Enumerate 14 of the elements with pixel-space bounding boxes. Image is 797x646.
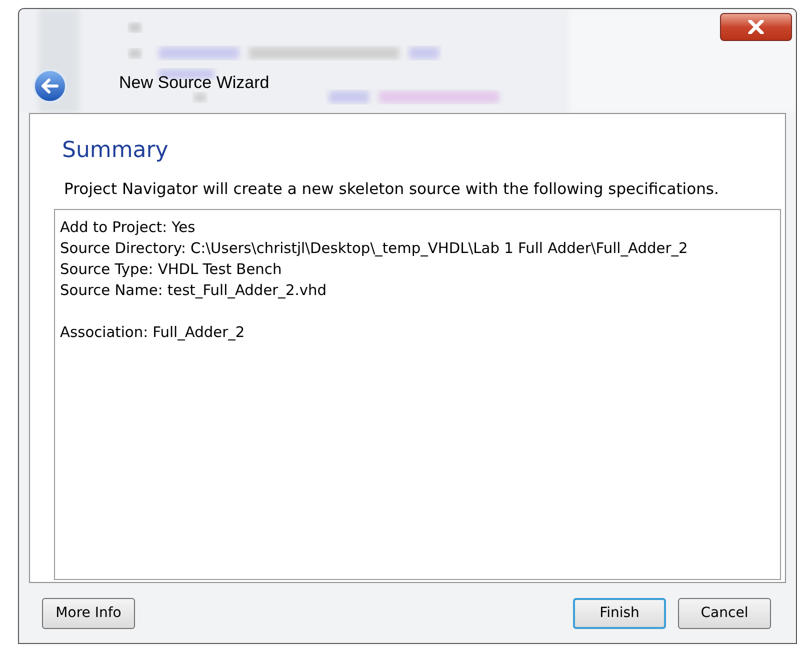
dialog-button[interactable]: More Info [42, 598, 135, 628]
detail-line: Add to Project: Yes [60, 218, 196, 238]
detail-line: Source Directory: C:\Users\christjl\Desktop\_temp_VHDL\Lab 1 Full Adder\Full_Adder_2 [60, 239, 689, 259]
close-icon [748, 20, 764, 34]
dialog-button[interactable]: Cancel [678, 598, 771, 628]
window-title: New Source Wizard [119, 72, 270, 94]
detail-line: Source Type: VHDL Test Bench [60, 260, 283, 280]
back-arrow-icon [41, 78, 59, 94]
page-heading: Summary [62, 137, 170, 165]
detail-line: Source Name: test_Full_Adder_2.vhd [60, 281, 328, 301]
page-description: Project Navigator will create a new skeleton source with the following specifications. [64, 179, 720, 200]
dialog-button[interactable]: Finish [573, 598, 666, 628]
detail-line: Association: Full_Adder_2 [60, 323, 246, 343]
close-button[interactable] [720, 13, 792, 41]
